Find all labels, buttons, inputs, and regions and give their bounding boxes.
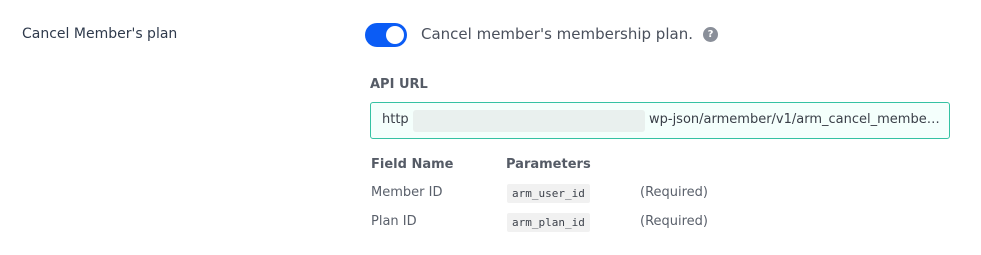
row-field-name: Member ID [371, 185, 443, 200]
cancel-plan-toggle[interactable] [365, 23, 407, 47]
api-url-title: API URL [370, 77, 428, 92]
api-url-path: wp-json/armember/v1/arm_cancel_membershi… [649, 112, 941, 127]
cancel-plan-setting-label: Cancel Member's plan [22, 26, 178, 42]
header-field-name: Field Name [371, 157, 454, 172]
row-required-note: (Required) [640, 185, 709, 200]
toggle-description: Cancel member's membership plan. [421, 25, 693, 43]
row-param-code: arm_plan_id [507, 213, 590, 232]
api-url-field[interactable]: http wp-json/armember/v1/arm_cancel_memb… [370, 102, 950, 139]
api-url-prefix: http [382, 112, 409, 127]
header-parameters: Parameters [506, 157, 591, 172]
toggle-knob [386, 26, 404, 44]
row-required-note: (Required) [640, 214, 709, 229]
row-param-code: arm_user_id [507, 184, 590, 203]
api-url-redacted-domain [413, 110, 645, 132]
row-field-name: Plan ID [371, 214, 417, 229]
help-icon[interactable]: ? [703, 27, 718, 42]
